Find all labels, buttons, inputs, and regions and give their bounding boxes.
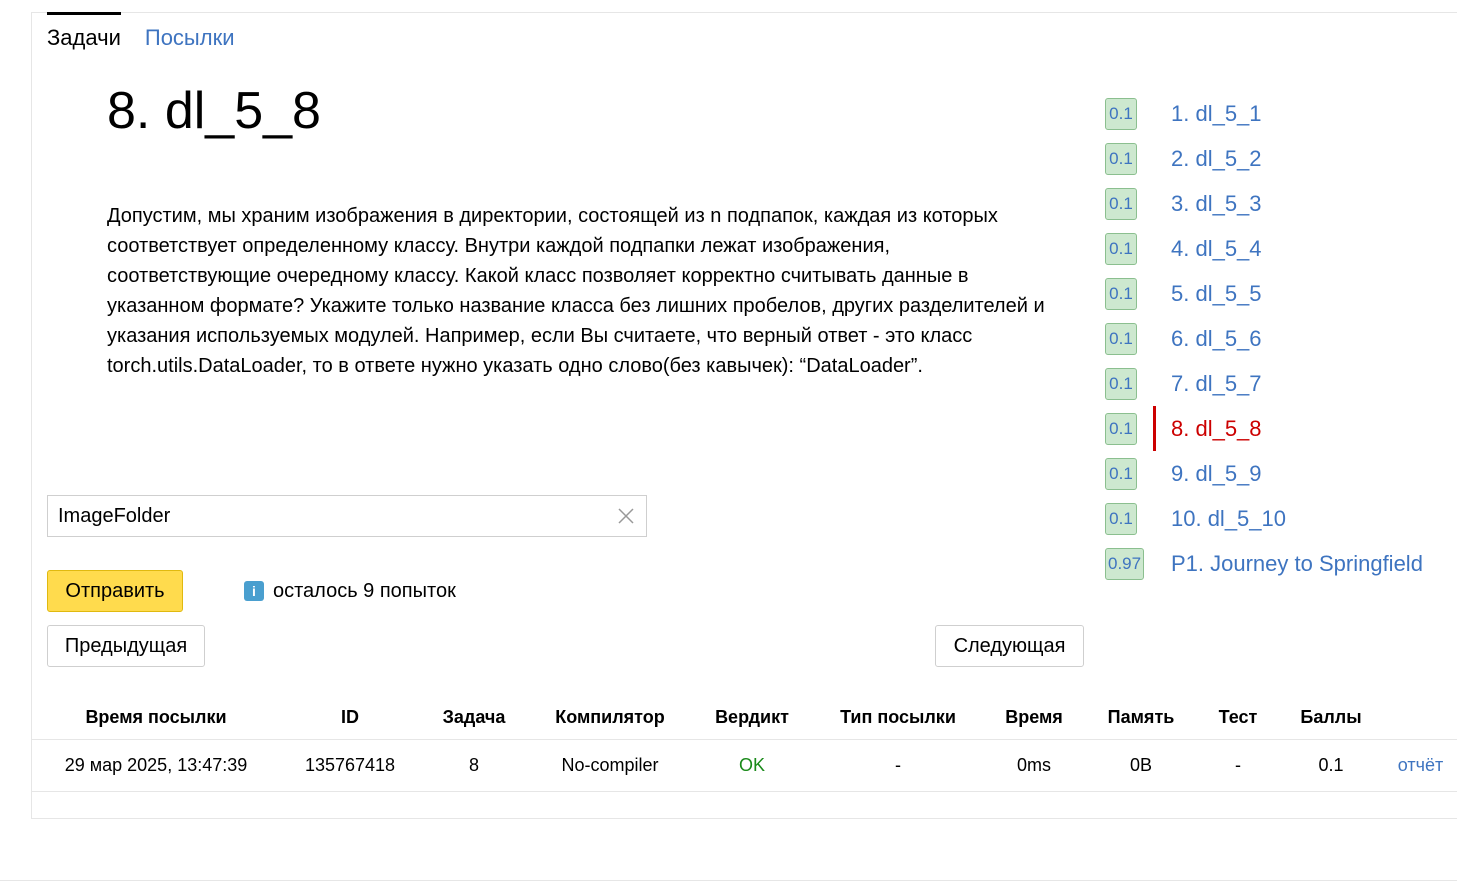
problem-list-item[interactable]: 0.1 9. dl_5_9: [1105, 451, 1262, 496]
problem-list-item[interactable]: 0.1 5. dl_5_5: [1105, 271, 1262, 316]
problem-link[interactable]: P1. Journey to Springfield: [1171, 551, 1423, 577]
column-header: Тест: [1218, 707, 1258, 728]
problem-list: 0.1 1. dl_5_1 0.1 2. dl_5_2 0.1 3. dl_5_…: [1105, 91, 1423, 586]
report-link[interactable]: отчёт: [1384, 738, 1457, 792]
tab-problems[interactable]: Задачи: [47, 12, 121, 52]
attempts-info: i осталось 9 попыток: [244, 578, 456, 604]
score-badge: 0.1: [1105, 502, 1137, 535]
problem-list-item[interactable]: 0.97 P1. Journey to Springfield: [1105, 541, 1423, 586]
column-header: Время: [1005, 707, 1063, 728]
attempts-text: осталось 9 попыток: [273, 580, 456, 602]
problem-link[interactable]: 10. dl_5_10: [1171, 506, 1286, 532]
cell-compiler: No-compiler: [528, 738, 692, 792]
score-badge: 0.1: [1105, 457, 1137, 490]
problem-list-item[interactable]: 0.1 3. dl_5_3: [1105, 181, 1262, 226]
footer-divider: [0, 880, 1457, 881]
table-header-row: Время посылки ID Задача Компилятор Верди…: [32, 697, 1457, 739]
cell-test: -: [1198, 738, 1278, 792]
column-header: ID: [341, 707, 359, 728]
column-header: [1384, 697, 1457, 739]
column-header: Задача: [442, 707, 506, 728]
cell-score: 0.1: [1278, 738, 1384, 792]
next-button[interactable]: Следующая: [935, 625, 1084, 667]
problem-list-item[interactable]: 0.1 1. dl_5_1: [1105, 91, 1262, 136]
column-header: Вердикт: [715, 707, 789, 728]
cell-verdict: OK: [692, 738, 812, 792]
problem-link[interactable]: 1. dl_5_1: [1171, 101, 1262, 127]
close-icon[interactable]: [608, 497, 644, 535]
tab-bar: Задачи Посылки: [47, 12, 235, 52]
submit-button[interactable]: Отправить: [47, 570, 183, 612]
problem-list-item[interactable]: 0.1 4. dl_5_4: [1105, 226, 1262, 271]
problem-list-item[interactable]: 0.1 10. dl_5_10: [1105, 496, 1286, 541]
score-badge: 0.1: [1105, 97, 1137, 130]
column-header: Баллы: [1300, 707, 1362, 728]
score-badge: 0.1: [1105, 322, 1137, 355]
problem-link[interactable]: 5. dl_5_5: [1171, 281, 1262, 307]
problem-link[interactable]: 3. dl_5_3: [1171, 191, 1262, 217]
column-header: Компилятор: [555, 707, 665, 728]
problem-statement: Допустим, мы храним изображения в директ…: [107, 205, 1045, 377]
column-header: Память: [1107, 707, 1175, 728]
score-badge: 0.1: [1105, 142, 1137, 175]
answer-field: [47, 495, 647, 537]
score-badge: 0.1: [1105, 187, 1137, 220]
problem-link[interactable]: 8. dl_5_8: [1171, 416, 1262, 442]
page-title: 8. dl_5_8: [107, 82, 321, 140]
score-badge: 0.1: [1105, 367, 1137, 400]
cell-submission-time: 29 мар 2025, 13:47:39: [32, 738, 280, 792]
info-icon: i: [244, 581, 264, 601]
cell-id: 135767418: [280, 738, 420, 792]
score-badge: 0.1: [1105, 412, 1137, 445]
submissions-table: Время посылки ID Задача Компилятор Верди…: [32, 697, 1457, 792]
problem-list-item[interactable]: 0.1 6. dl_5_6: [1105, 316, 1262, 361]
column-header: Время посылки: [85, 707, 227, 728]
problem-list-item[interactable]: 0.1 2. dl_5_2: [1105, 136, 1262, 181]
problem-list-item-current[interactable]: 0.1 8. dl_5_8: [1105, 406, 1262, 451]
previous-button[interactable]: Предыдущая: [47, 625, 205, 667]
answer-input[interactable]: [48, 497, 608, 535]
problem-link[interactable]: 7. dl_5_7: [1171, 371, 1262, 397]
score-badge: 0.1: [1105, 277, 1137, 310]
problem-list-item[interactable]: 0.1 7. dl_5_7: [1105, 361, 1262, 406]
cell-time: 0ms: [984, 738, 1084, 792]
problem-link[interactable]: 9. dl_5_9: [1171, 461, 1262, 487]
cell-memory: 0B: [1084, 738, 1198, 792]
column-header: Тип посылки: [840, 707, 956, 728]
cell-problem: 8: [420, 738, 528, 792]
score-badge: 0.97: [1105, 547, 1145, 580]
cell-submission-type: -: [812, 738, 984, 792]
tab-submissions[interactable]: Посылки: [145, 12, 235, 52]
problem-link[interactable]: 4. dl_5_4: [1171, 236, 1262, 262]
table-row: 29 мар 2025, 13:47:39 135767418 8 No-com…: [32, 738, 1457, 792]
problem-link[interactable]: 6. dl_5_6: [1171, 326, 1262, 352]
problem-link[interactable]: 2. dl_5_2: [1171, 146, 1262, 172]
score-badge: 0.1: [1105, 232, 1137, 265]
